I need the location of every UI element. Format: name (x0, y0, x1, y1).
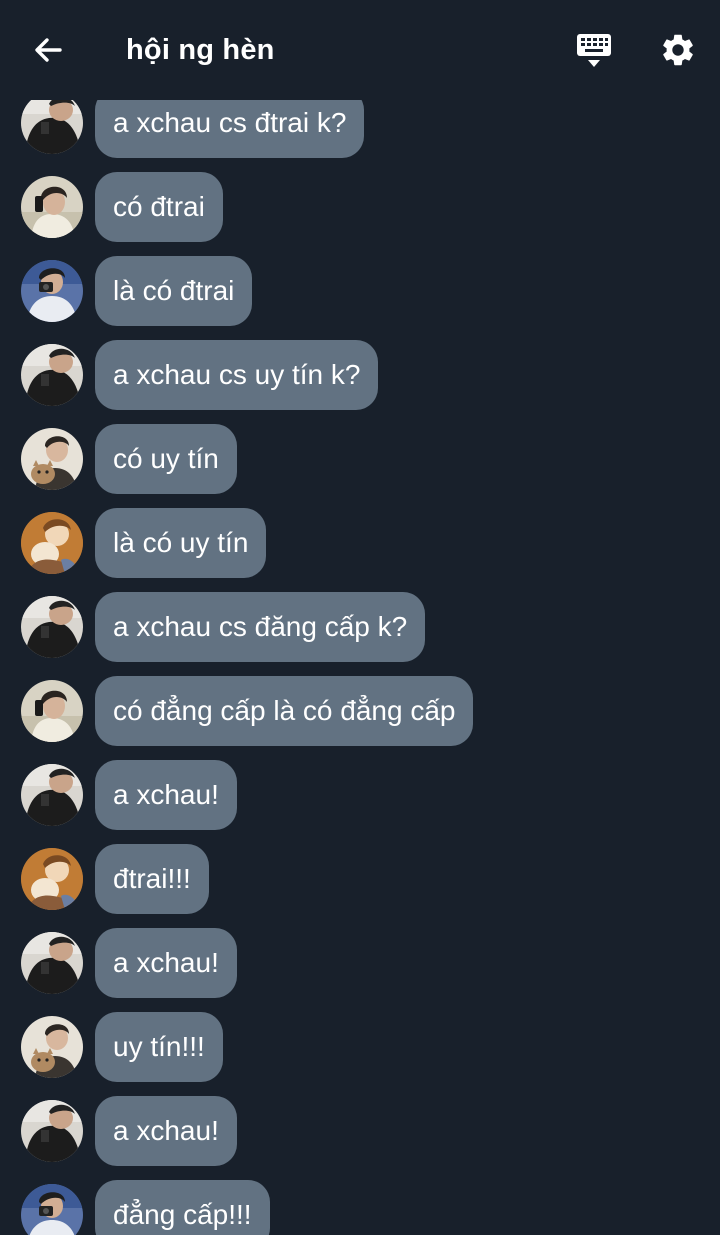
chat-header: hội ng hèn (0, 0, 720, 100)
message-bubble[interactable]: a xchau cs uy tín k? (95, 340, 379, 410)
avatar[interactable] (21, 1184, 83, 1235)
avatar[interactable] (21, 1100, 83, 1162)
avatar[interactable] (21, 596, 83, 658)
message-bubble[interactable]: là có uy tín (95, 508, 267, 578)
avatar[interactable] (21, 848, 83, 910)
avatar[interactable] (21, 512, 83, 574)
message-bubble[interactable]: có uy tín (95, 424, 237, 494)
message-bubble[interactable]: a xchau! (95, 760, 237, 830)
settings-button[interactable] (654, 26, 702, 74)
message-row: đtrai!!! (0, 844, 720, 914)
avatar[interactable] (21, 932, 83, 994)
message-row: là có uy tín (0, 508, 720, 578)
avatar[interactable] (21, 764, 83, 826)
message-row: có đẳng cấp là có đẳng cấp (0, 676, 720, 746)
keyboard-hide-icon (577, 34, 611, 67)
chat-title: hội ng hèn (126, 34, 275, 66)
message-bubble[interactable]: đẳng cấp!!! (95, 1180, 270, 1235)
message-row: là có đtrai (0, 256, 720, 326)
message-bubble[interactable]: đtrai!!! (95, 844, 209, 914)
arrow-left-icon (35, 38, 62, 62)
avatar[interactable] (21, 680, 83, 742)
message-bubble[interactable]: có đẳng cấp là có đẳng cấp (95, 676, 474, 746)
avatar[interactable] (21, 176, 83, 238)
message-row: a xchau cs đăng cấp k? (0, 592, 720, 662)
message-row: có đtrai (0, 172, 720, 242)
avatar[interactable] (21, 428, 83, 490)
message-list[interactable]: a xchau cs đtrai k? có đtrai là có đtrai… (0, 0, 720, 1235)
avatar[interactable] (21, 260, 83, 322)
avatar[interactable] (21, 344, 83, 406)
message-row: a xchau! (0, 928, 720, 998)
keyboard-toggle-button[interactable] (570, 26, 618, 74)
message-bubble[interactable]: là có đtrai (95, 256, 253, 326)
gear-icon (663, 34, 693, 66)
message-bubble[interactable]: có đtrai (95, 172, 223, 242)
message-row: có uy tín (0, 424, 720, 494)
message-row: đẳng cấp!!! (0, 1180, 720, 1235)
message-row: a xchau cs uy tín k? (0, 340, 720, 410)
message-bubble[interactable]: a xchau! (95, 1096, 237, 1166)
message-bubble[interactable]: uy tín!!! (95, 1012, 223, 1082)
avatar[interactable] (21, 1016, 83, 1078)
avatar[interactable] (21, 92, 83, 154)
message-row: a xchau! (0, 760, 720, 830)
message-bubble[interactable]: a xchau! (95, 928, 237, 998)
message-row: uy tín!!! (0, 1012, 720, 1082)
message-bubble[interactable]: a xchau cs đăng cấp k? (95, 592, 426, 662)
message-row: a xchau! (0, 1096, 720, 1166)
back-button[interactable] (22, 26, 74, 74)
